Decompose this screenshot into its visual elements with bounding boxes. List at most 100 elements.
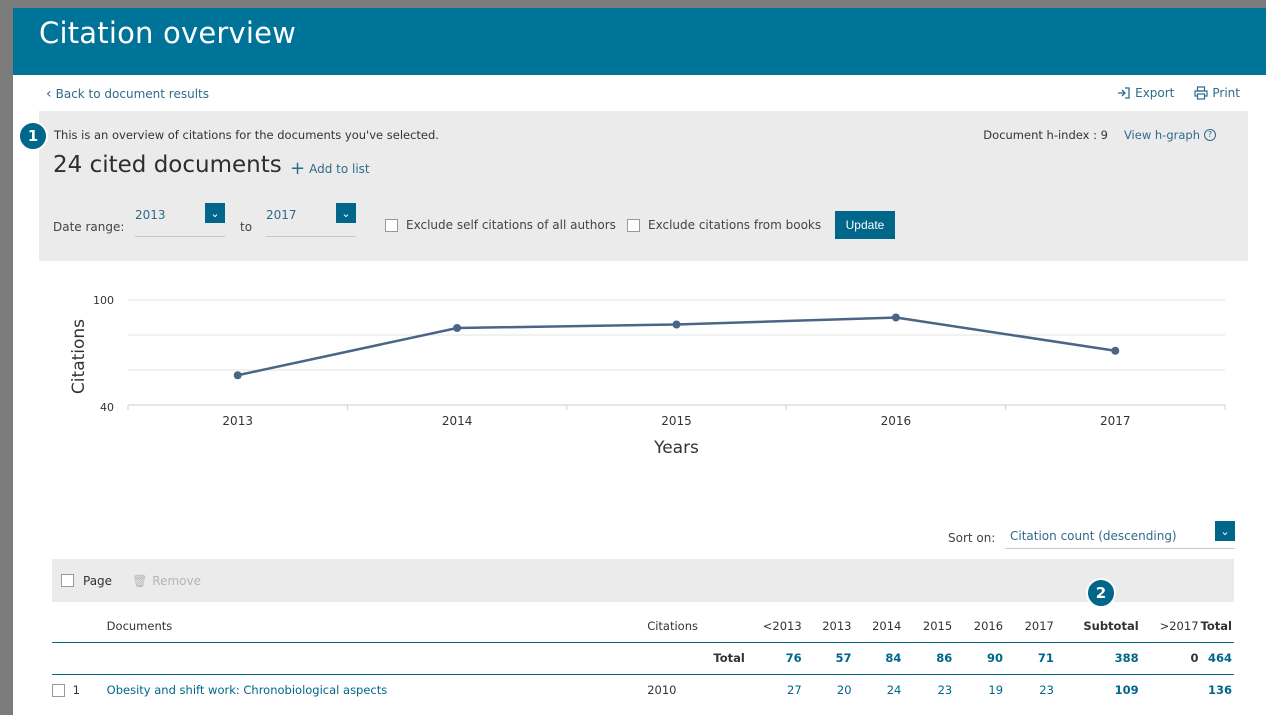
total-subtotal[interactable]: 388 xyxy=(1055,642,1141,675)
back-to-results-link[interactable]: ‹ Back to document results xyxy=(46,86,209,102)
page-header: Citation overview xyxy=(13,8,1266,75)
view-hgraph-link[interactable]: View h-graph ? xyxy=(1124,128,1216,142)
date-range-label: Date range: xyxy=(53,220,125,234)
x-axis-title: Years xyxy=(653,438,699,458)
exclude-books-label: Exclude citations from books xyxy=(648,218,822,232)
column-header-2014[interactable]: 2014 xyxy=(853,610,904,643)
cell-2013[interactable]: 20 xyxy=(804,674,854,706)
table-row: 1 Obesity and shift work: Chronobiologic… xyxy=(52,674,1234,706)
annotation-badge-2: 2 xyxy=(1086,578,1116,608)
data-point xyxy=(233,371,242,380)
update-button[interactable]: Update xyxy=(835,211,895,239)
citations-chart: 100 40 2013 2014 2015 2016 2017 Years Citations xyxy=(40,275,1250,475)
data-point xyxy=(1111,346,1120,355)
column-header-2013[interactable]: 2013 xyxy=(803,610,854,643)
add-to-list-button[interactable]: + Add to list xyxy=(290,158,370,179)
annotation-badge-1: 1 xyxy=(18,121,48,151)
cell-2014[interactable]: 24 xyxy=(854,674,904,706)
print-label: Print xyxy=(1212,86,1240,100)
column-header-total[interactable]: Total xyxy=(1200,610,1234,643)
trash-icon: 🗑 xyxy=(132,573,148,588)
column-header-documents[interactable]: Documents xyxy=(106,610,648,643)
x-tick-label: 2015 xyxy=(661,414,692,428)
export-label: Export xyxy=(1135,86,1175,100)
date-to-label: to xyxy=(240,220,253,234)
date-from-select[interactable]: 2013 ⌄ xyxy=(135,203,225,237)
exclude-self-citations-option[interactable]: Exclude self citations of all authors xyxy=(385,218,616,232)
column-header-2016[interactable]: 2016 xyxy=(954,610,1006,643)
chevron-left-icon: ‹ xyxy=(46,86,52,102)
document-title-link[interactable]: Obesity and shift work: Chronobiological… xyxy=(107,674,648,706)
exclude-self-checkbox[interactable] xyxy=(385,218,398,232)
total-before-2013[interactable]: 76 xyxy=(746,642,804,675)
total-2014[interactable]: 84 xyxy=(853,642,904,675)
view-hgraph-label: View h-graph xyxy=(1123,128,1200,142)
help-icon[interactable]: ? xyxy=(1204,129,1216,141)
row-select-cell: 1 xyxy=(52,674,107,706)
cell-after-2017[interactable] xyxy=(1141,674,1201,706)
cell-before-2013[interactable]: 27 xyxy=(747,674,804,706)
overview-intro-text: This is an overview of citations for the… xyxy=(54,128,439,142)
export-button[interactable]: Export xyxy=(1117,86,1174,100)
x-tick-label: 2016 xyxy=(881,414,912,428)
remove-label: Remove xyxy=(152,573,201,588)
row-checkbox[interactable] xyxy=(52,684,65,698)
cell-subtotal[interactable]: 109 xyxy=(1056,674,1141,706)
table-toolbar: Page 🗑 Remove xyxy=(52,559,1234,602)
select-page-checkbox[interactable] xyxy=(61,574,74,587)
column-header-2017[interactable]: 2017 xyxy=(1005,610,1056,643)
date-to-select[interactable]: 2017 ⌄ xyxy=(266,203,356,237)
documents-table: Documents Citations <2013 2013 2014 2015… xyxy=(52,610,1234,706)
y-tick-label: 40 xyxy=(100,401,114,414)
plus-icon: + xyxy=(290,158,306,179)
row-index: 1 xyxy=(72,683,80,698)
data-point xyxy=(672,320,681,329)
data-point xyxy=(891,313,900,322)
x-tick-label: 2014 xyxy=(442,414,473,428)
cell-2015[interactable]: 23 xyxy=(903,674,954,706)
exclude-books-checkbox[interactable] xyxy=(627,218,640,232)
sort-label: Sort on: xyxy=(948,531,996,545)
page-tools: Export Print xyxy=(1117,86,1240,100)
back-link-label: Back to document results xyxy=(55,87,209,101)
total-total[interactable]: 464 xyxy=(1200,642,1234,675)
select-page-option[interactable]: Page xyxy=(61,574,112,588)
cell-2017[interactable]: 23 xyxy=(1005,674,1056,706)
total-2015[interactable]: 86 xyxy=(903,642,955,675)
x-tick-label: 2017 xyxy=(1100,414,1131,428)
header-select-cell xyxy=(52,610,107,643)
table-header-row: Documents Citations <2013 2013 2014 2015… xyxy=(52,610,1234,643)
cell-total[interactable]: 136 xyxy=(1201,674,1234,706)
remove-button[interactable]: 🗑 Remove xyxy=(132,574,201,588)
total-2016[interactable]: 90 xyxy=(954,642,1006,675)
total-blank-cell xyxy=(106,642,648,675)
add-to-list-label: Add to list xyxy=(309,162,370,176)
window-frame-left xyxy=(0,0,13,715)
chevron-down-icon[interactable]: ⌄ xyxy=(205,203,225,223)
column-header-before-2013[interactable]: <2013 xyxy=(746,610,804,643)
sort-select[interactable]: Citation count (descending) ⌄ xyxy=(1005,521,1235,549)
export-icon xyxy=(1118,87,1130,99)
total-label: Total xyxy=(647,642,747,675)
chevron-down-icon[interactable]: ⌄ xyxy=(1215,521,1235,541)
x-tick-label: 2013 xyxy=(222,414,253,428)
total-after-2017: 0 xyxy=(1140,642,1201,675)
cited-documents-count: 24 cited documents xyxy=(53,152,282,178)
printer-icon xyxy=(1194,86,1208,100)
exclude-books-option[interactable]: Exclude citations from books xyxy=(627,218,821,232)
total-2013[interactable]: 57 xyxy=(803,642,854,675)
window-frame-top xyxy=(0,0,1266,8)
column-header-subtotal[interactable]: Subtotal xyxy=(1055,610,1141,643)
cell-2016[interactable]: 19 xyxy=(954,674,1005,706)
column-header-2015[interactable]: 2015 xyxy=(903,610,955,643)
total-2017[interactable]: 71 xyxy=(1005,642,1056,675)
data-point xyxy=(453,324,462,332)
y-axis-title: Citations xyxy=(69,319,89,394)
column-header-citations[interactable]: Citations xyxy=(647,610,747,643)
chevron-down-icon[interactable]: ⌄ xyxy=(336,203,356,223)
y-tick-label: 100 xyxy=(93,294,114,307)
print-button[interactable]: Print xyxy=(1194,86,1240,100)
sort-value: Citation count (descending) xyxy=(1010,529,1177,543)
document-hindex: Document h-index : 9 xyxy=(983,128,1108,142)
column-header-after-2017[interactable]: >2017 xyxy=(1140,610,1201,643)
